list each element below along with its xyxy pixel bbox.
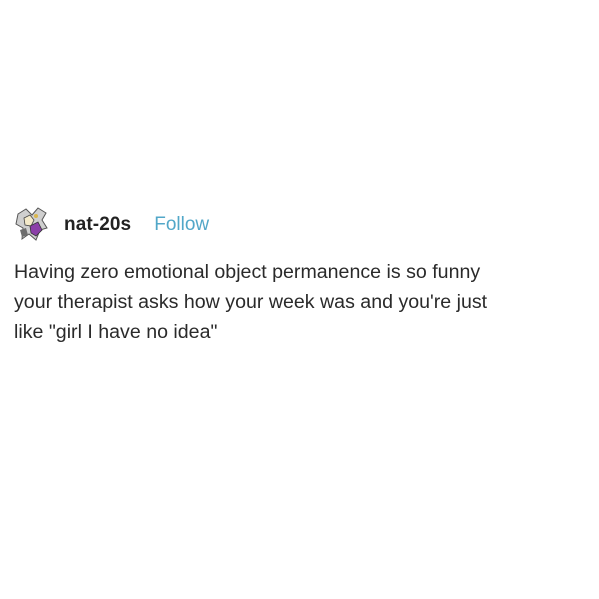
post: nat-20s Follow Having zero emotional obj… (14, 200, 589, 347)
blog-avatar-icon[interactable] (14, 206, 50, 244)
username[interactable]: nat-20s (64, 214, 131, 236)
post-header: nat-20s Follow (14, 200, 589, 250)
post-text-line: like "girl I have no idea" (14, 321, 218, 343)
post-text-line: Having zero emotional object permanence … (14, 261, 481, 283)
post-text-line: your therapist asks how your week was an… (14, 291, 488, 313)
post-body: Having zero emotional object permanence … (14, 257, 589, 347)
follow-button[interactable]: Follow (154, 214, 209, 236)
